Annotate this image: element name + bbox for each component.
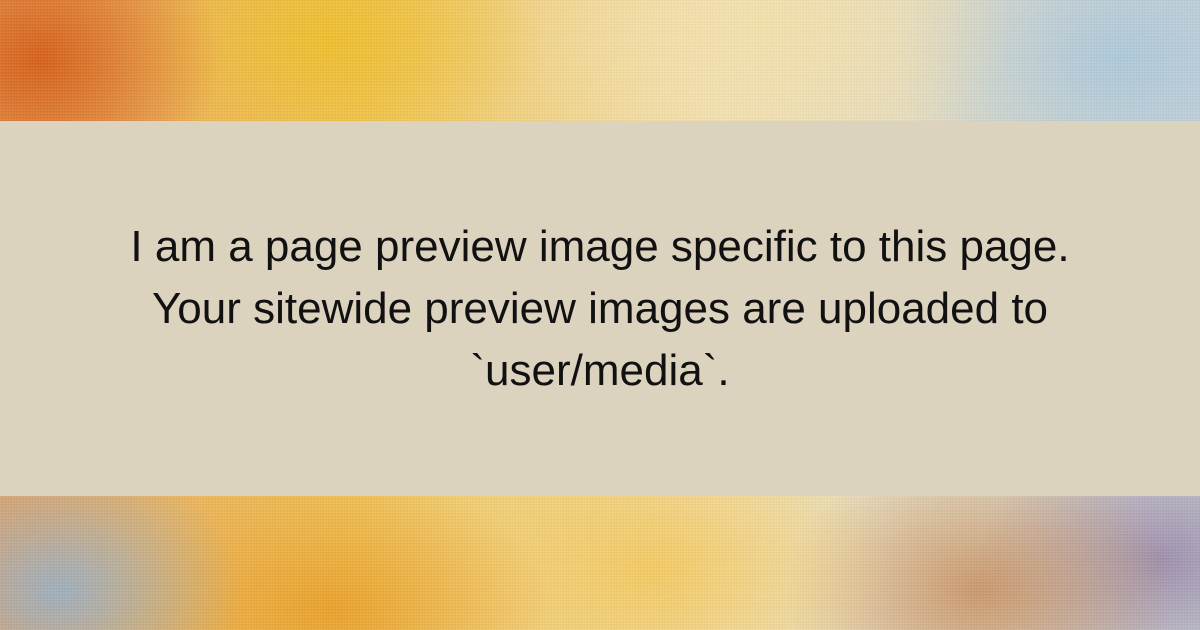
preview-message-line-1: I am a page preview image specific to th…	[130, 221, 1070, 271]
preview-banner: I am a page preview image specific to th…	[0, 121, 1200, 496]
preview-message-line-3: `user/media`.	[470, 345, 730, 395]
preview-message-line-2: Your sitewide preview images are uploade…	[151, 283, 1049, 333]
preview-message: I am a page preview image specific to th…	[60, 216, 1140, 402]
